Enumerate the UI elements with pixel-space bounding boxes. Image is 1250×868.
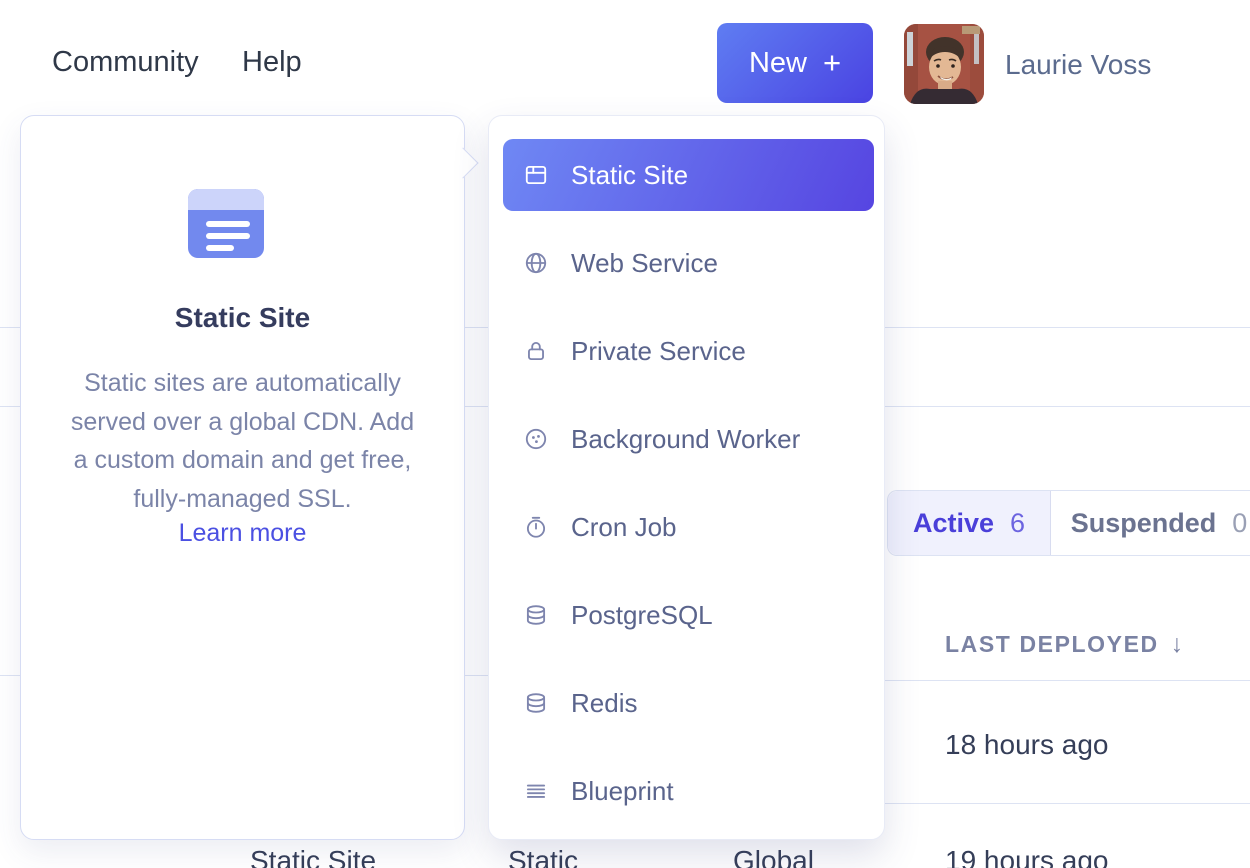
cron-job-icon — [523, 514, 549, 540]
menu-item-blueprint[interactable]: Blueprint — [503, 755, 874, 827]
plus-icon: + — [823, 45, 841, 81]
tab-suspended[interactable]: Suspended 0 — [1051, 491, 1250, 555]
avatar-photo — [904, 24, 984, 104]
column-header-label: LAST DEPLOYED — [945, 631, 1159, 658]
table-row-divider — [885, 803, 1250, 804]
blueprint-icon — [523, 778, 549, 804]
menu-item-background-worker[interactable]: Background Worker — [503, 403, 874, 475]
menu-item-cron-job[interactable]: Cron Job — [503, 491, 874, 563]
menu-item-web-service[interactable]: Web Service — [503, 227, 874, 299]
column-header-last-deployed[interactable]: LAST DEPLOYED ↓ — [945, 630, 1183, 659]
menu-item-label: Private Service — [571, 336, 746, 367]
menu-item-label: Background Worker — [571, 424, 800, 455]
app-window: Community Help New + Laurie Voss — [0, 0, 1250, 868]
description-line: a custom domain and get free, — [21, 441, 464, 480]
menu-item-redis[interactable]: Redis — [503, 667, 874, 739]
menu-item-static-site[interactable]: Static Site — [503, 139, 874, 211]
menu-item-label: Web Service — [571, 248, 718, 279]
popover-description: Static sites are automatically served ov… — [21, 364, 464, 518]
tab-suspended-label: Suspended — [1071, 508, 1217, 539]
new-service-dropdown: Static Site Web Service Private Service — [488, 115, 885, 840]
menu-item-label: PostgreSQL — [571, 600, 713, 631]
menu-item-label: Redis — [571, 688, 637, 719]
tab-active[interactable]: Active 6 — [888, 491, 1051, 555]
service-filter-tabs: Active 6 Suspended 0 — [887, 490, 1250, 556]
table-header-divider — [885, 680, 1250, 681]
description-line: served over a global CDN. Add — [21, 403, 464, 442]
menu-item-label: Cron Job — [571, 512, 677, 543]
service-type-cell: Static Site — [250, 845, 376, 868]
description-line: fully-managed SSL. — [21, 480, 464, 519]
new-button[interactable]: New + — [717, 23, 873, 103]
tab-suspended-count: 0 — [1232, 508, 1247, 539]
background-worker-icon — [523, 426, 549, 452]
menu-item-label: Blueprint — [571, 776, 674, 807]
user-name[interactable]: Laurie Voss — [1005, 49, 1151, 81]
card-icon-line — [206, 221, 250, 227]
tab-active-count: 6 — [1010, 508, 1025, 539]
menu-item-postgresql[interactable]: PostgreSQL — [503, 579, 874, 651]
web-service-icon — [523, 250, 549, 276]
redis-icon — [523, 690, 549, 716]
static-site-info-popover: Static Site Static sites are automatical… — [20, 115, 465, 840]
popover-title: Static Site — [21, 302, 464, 334]
last-deployed-cell: 19 hours ago — [945, 845, 1108, 868]
menu-item-private-service[interactable]: Private Service — [503, 315, 874, 387]
last-deployed-cell: 18 hours ago — [945, 729, 1108, 761]
card-icon-topbar — [188, 189, 264, 210]
card-icon-line — [206, 233, 250, 239]
postgresql-icon — [523, 602, 549, 628]
service-region-cell: Global — [733, 845, 814, 868]
avatar[interactable] — [904, 24, 984, 104]
private-service-icon — [523, 338, 549, 364]
static-site-card-icon — [188, 189, 264, 258]
nav-link-community[interactable]: Community — [52, 46, 199, 79]
description-line: Static sites are automatically — [21, 364, 464, 403]
tab-active-label: Active — [913, 508, 994, 539]
service-env-cell: Static — [508, 845, 578, 868]
card-icon-line — [206, 245, 234, 251]
new-button-label: New — [749, 47, 807, 80]
menu-item-label: Static Site — [571, 160, 688, 191]
nav-link-help[interactable]: Help — [242, 46, 302, 79]
sort-descending-icon: ↓ — [1171, 630, 1184, 659]
static-site-icon — [523, 162, 549, 188]
learn-more-link[interactable]: Learn more — [21, 519, 464, 548]
